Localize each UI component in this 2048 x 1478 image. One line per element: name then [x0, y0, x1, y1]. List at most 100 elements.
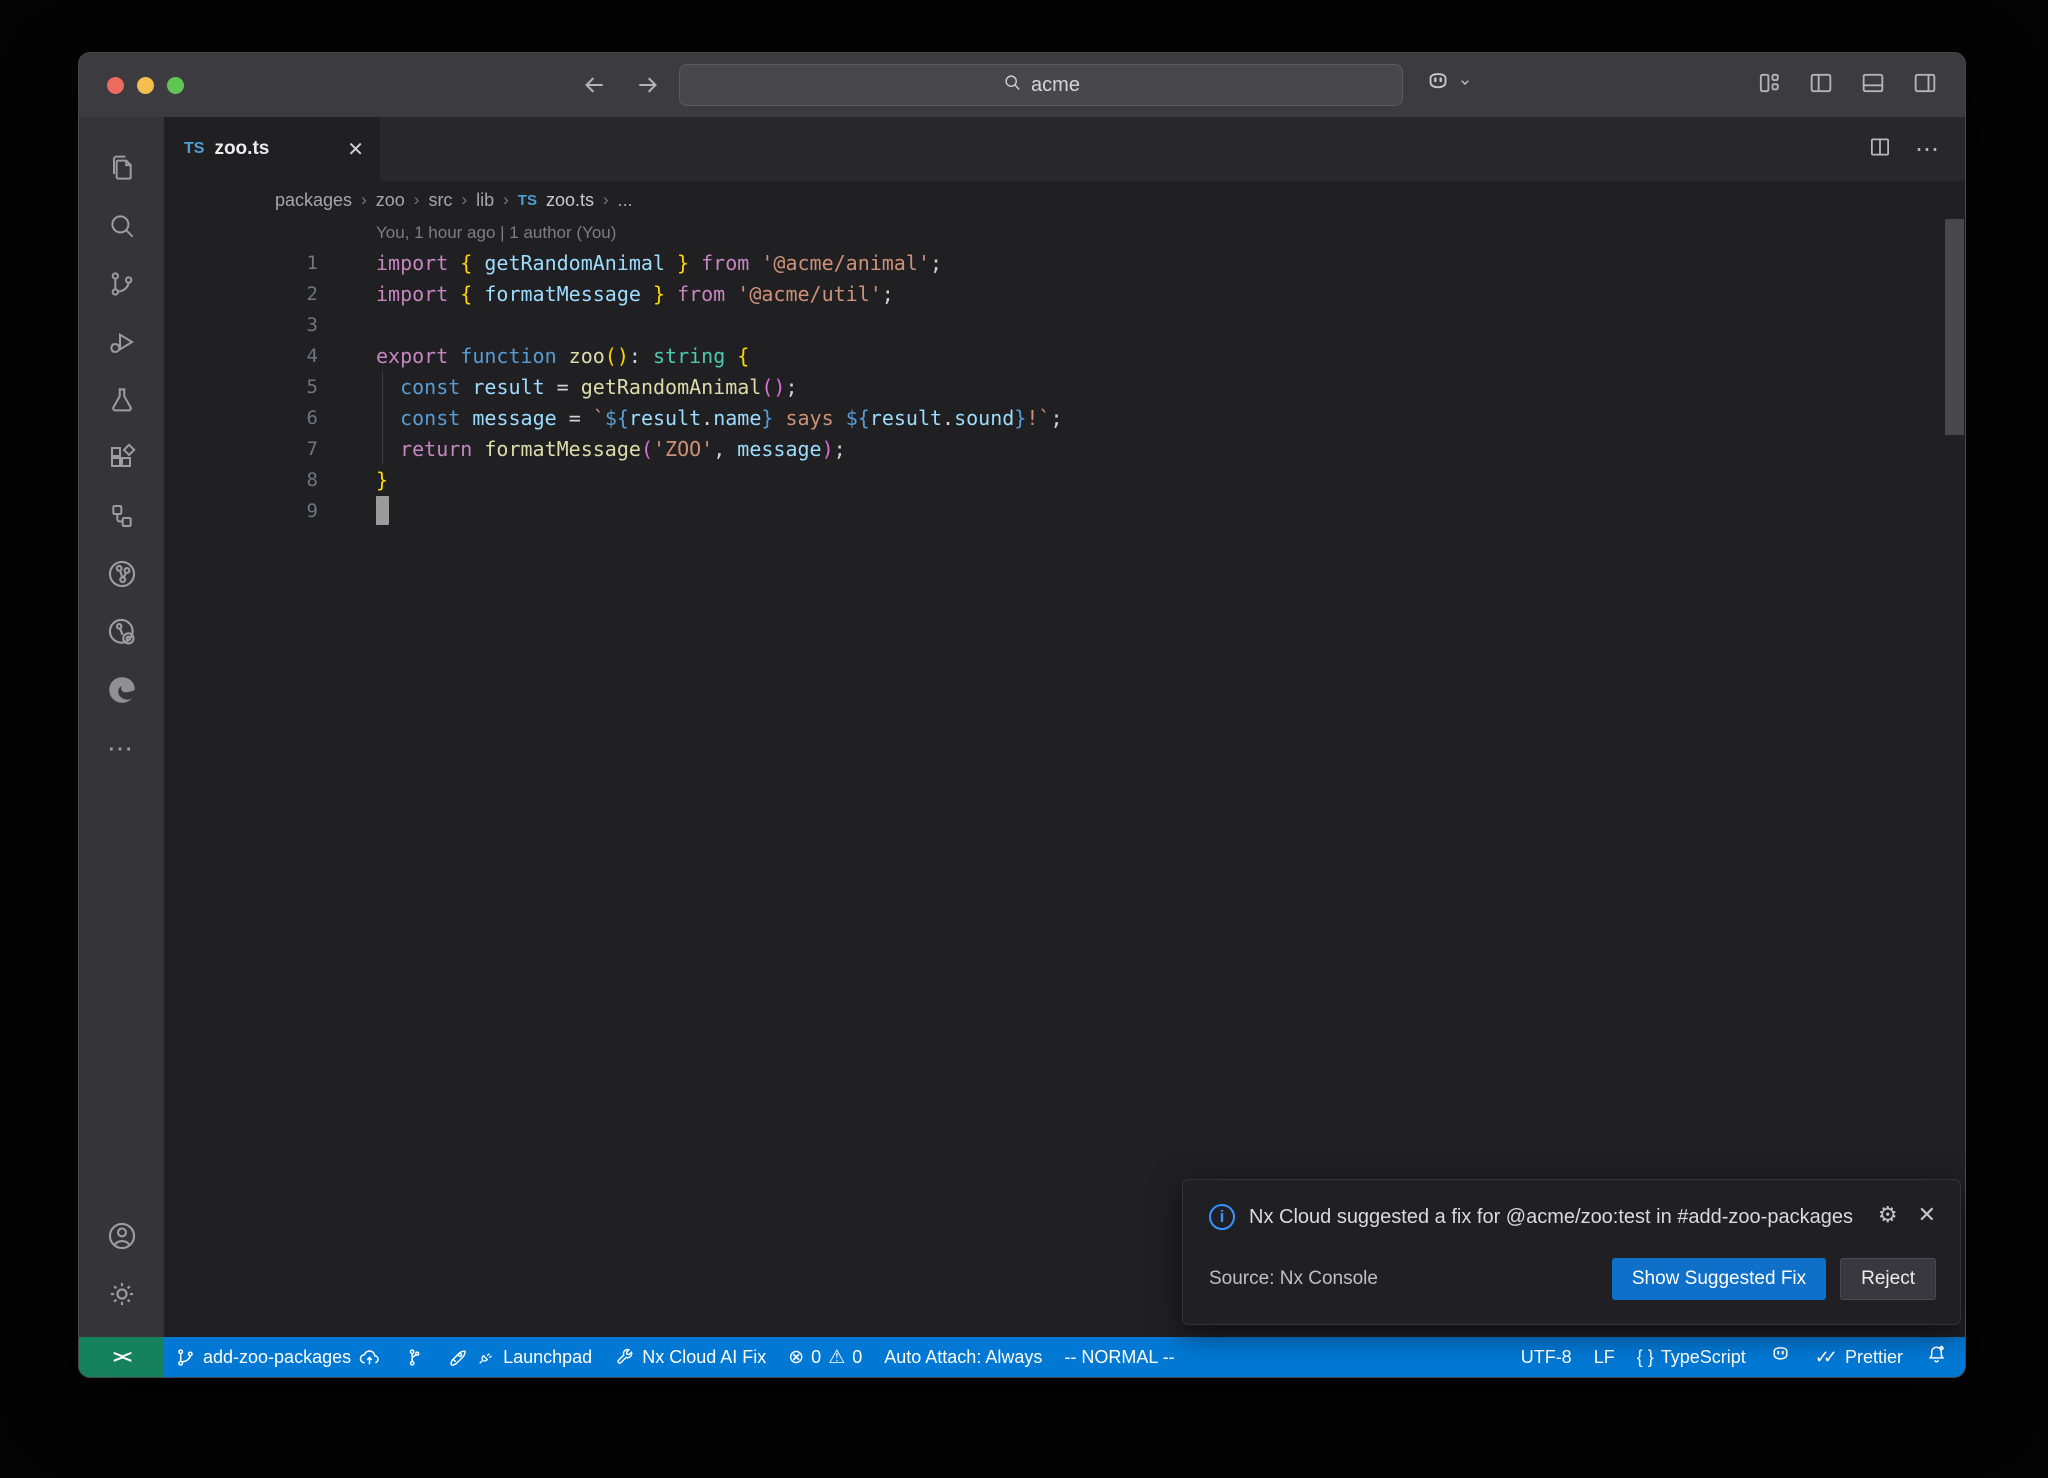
remote-indicator[interactable]: >< — [79, 1337, 164, 1377]
command-center-search[interactable]: acme — [679, 64, 1403, 106]
breadcrumb-item[interactable]: lib — [476, 190, 494, 211]
notifications-bell-item[interactable] — [1914, 1337, 1959, 1377]
source-control-icon[interactable] — [92, 255, 152, 313]
copilot-icon — [1423, 67, 1453, 102]
wrench-icon — [614, 1347, 635, 1368]
forward-icon[interactable] — [633, 70, 663, 100]
line-content: return formatMessage('ZOO', message); — [376, 433, 846, 464]
nx-fix-label: Nx Cloud AI Fix — [642, 1347, 766, 1368]
notification-close-icon[interactable]: ✕ — [1918, 1202, 1936, 1228]
line-number[interactable]: 1 — [164, 252, 318, 274]
line-content: } — [376, 464, 388, 495]
notification-settings-gear-icon[interactable]: ⚙ — [1878, 1202, 1898, 1228]
line-number[interactable]: 7 — [164, 438, 318, 460]
line-number[interactable]: 3 — [164, 314, 318, 336]
settings-gear-icon[interactable] — [92, 1265, 152, 1323]
launchpad-item[interactable]: Launchpad — [435, 1337, 603, 1377]
breadcrumb-item[interactable]: zoo — [376, 190, 405, 211]
notification-toast: i Nx Cloud suggested a fix for @acme/zoo… — [1182, 1179, 1961, 1325]
breadcrumb-file[interactable]: zoo.ts — [546, 190, 594, 211]
nx-projects-icon[interactable] — [92, 487, 152, 545]
editor-scrollbar[interactable] — [1945, 219, 1964, 435]
line-number[interactable]: 5 — [164, 376, 318, 398]
code-line[interactable]: 7 return formatMessage('ZOO', message); — [164, 433, 1965, 464]
line-content: export function zoo(): string { — [376, 340, 749, 371]
explorer-icon[interactable] — [92, 139, 152, 197]
git-branch-icon — [175, 1347, 196, 1368]
copilot-icon — [1768, 1342, 1793, 1372]
line-number[interactable]: 8 — [164, 469, 318, 491]
accounts-icon[interactable] — [92, 1207, 152, 1265]
commit-graph-item[interactable] — [392, 1337, 435, 1377]
line-number[interactable]: 2 — [164, 283, 318, 305]
close-window-button[interactable] — [107, 77, 124, 94]
git-branch-item[interactable]: add-zoo-packages — [164, 1337, 392, 1377]
minimize-window-button[interactable] — [137, 77, 154, 94]
customize-layout-icon[interactable] — [1755, 69, 1783, 102]
gitlens-inspect-icon[interactable] — [92, 603, 152, 661]
vim-mode-item[interactable]: -- NORMAL -- — [1053, 1337, 1185, 1377]
code-line[interactable]: 9 — [164, 495, 1965, 526]
back-icon[interactable] — [579, 70, 609, 100]
problems-item[interactable]: ⊗ 0 ⚠ 0 — [777, 1337, 873, 1377]
code-line[interactable]: 4 export function zoo(): string { — [164, 340, 1965, 371]
more-views-icon[interactable]: ⋯ — [92, 719, 152, 777]
breadcrumb-item[interactable]: packages — [275, 190, 352, 211]
edge-devtools-icon[interactable] — [92, 661, 152, 719]
code-line[interactable]: 5 const result = getRandomAnimal(); — [164, 371, 1965, 402]
copilot-status-item[interactable] — [1757, 1337, 1804, 1377]
split-editor-icon[interactable] — [1867, 134, 1893, 165]
indent-guide — [382, 433, 383, 464]
chevron-right-icon: › — [461, 190, 467, 210]
reject-button[interactable]: Reject — [1840, 1258, 1936, 1300]
line-number[interactable]: 9 — [164, 500, 318, 522]
breadcrumb-overflow[interactable]: ... — [618, 190, 633, 211]
code-line[interactable]: 2import { formatMessage } from '@acme/ut… — [164, 278, 1965, 309]
launchpad-label: Launchpad — [503, 1347, 592, 1368]
toggle-secondary-sidebar-icon[interactable] — [1911, 69, 1939, 102]
window-controls — [107, 77, 184, 94]
language-mode-item[interactable]: { } TypeScript — [1626, 1337, 1757, 1377]
toggle-panel-icon[interactable] — [1859, 69, 1887, 102]
activity-bar: ⋯ — [79, 117, 164, 1337]
plug-icon — [476, 1347, 496, 1367]
cloud-upload-icon — [358, 1346, 381, 1369]
code-line[interactable]: 6 const message = `${result.name} says $… — [164, 402, 1965, 433]
warning-count: 0 — [852, 1347, 862, 1368]
typescript-file-icon: TS — [518, 192, 537, 209]
typescript-file-icon: TS — [184, 140, 204, 158]
eol-item[interactable]: LF — [1583, 1337, 1626, 1377]
testing-icon[interactable] — [92, 371, 152, 429]
extensions-icon[interactable] — [92, 429, 152, 487]
gitlens-icon[interactable] — [92, 545, 152, 603]
code-line[interactable]: 3 — [164, 309, 1965, 340]
line-number[interactable]: 4 — [164, 345, 318, 367]
search-value: acme — [1031, 74, 1080, 97]
tab-close-icon[interactable]: ✕ — [347, 137, 364, 162]
vscode-window: acme — [78, 52, 1966, 1378]
notification-source: Source: Nx Console — [1209, 1268, 1378, 1290]
toggle-primary-sidebar-icon[interactable] — [1807, 69, 1835, 102]
formatter-item[interactable]: ✓✓ Prettier — [1804, 1337, 1914, 1377]
tab-zoo-ts[interactable]: TS zoo.ts ✕ — [164, 117, 380, 181]
git-blame-annotation: You, 1 hour ago | 1 author (You) — [164, 219, 1965, 247]
code-line[interactable]: 1import { getRandomAnimal } from '@acme/… — [164, 247, 1965, 278]
rocket-icon — [446, 1346, 469, 1369]
nx-cloud-ai-fix-item[interactable]: Nx Cloud AI Fix — [603, 1337, 777, 1377]
text-cursor — [376, 496, 389, 525]
search-view-icon[interactable] — [92, 197, 152, 255]
notification-message: Nx Cloud suggested a fix for @acme/zoo:t… — [1249, 1202, 1857, 1232]
editor-more-actions-icon[interactable]: ⋯ — [1915, 135, 1941, 164]
warning-icon: ⚠ — [828, 1348, 845, 1367]
code-editor[interactable]: You, 1 hour ago | 1 author (You) 1import… — [164, 219, 1965, 1337]
show-suggested-fix-button[interactable]: Show Suggested Fix — [1612, 1258, 1826, 1300]
breadcrumb: packages › zoo › src › lib › TS zoo.ts ›… — [164, 181, 1965, 219]
run-debug-icon[interactable] — [92, 313, 152, 371]
line-number[interactable]: 6 — [164, 407, 318, 429]
auto-attach-item[interactable]: Auto Attach: Always — [873, 1337, 1053, 1377]
encoding-item[interactable]: UTF-8 — [1510, 1337, 1583, 1377]
zoom-window-button[interactable] — [167, 77, 184, 94]
copilot-menu-button[interactable] — [1423, 67, 1473, 102]
code-line[interactable]: 8} — [164, 464, 1965, 495]
breadcrumb-item[interactable]: src — [428, 190, 452, 211]
